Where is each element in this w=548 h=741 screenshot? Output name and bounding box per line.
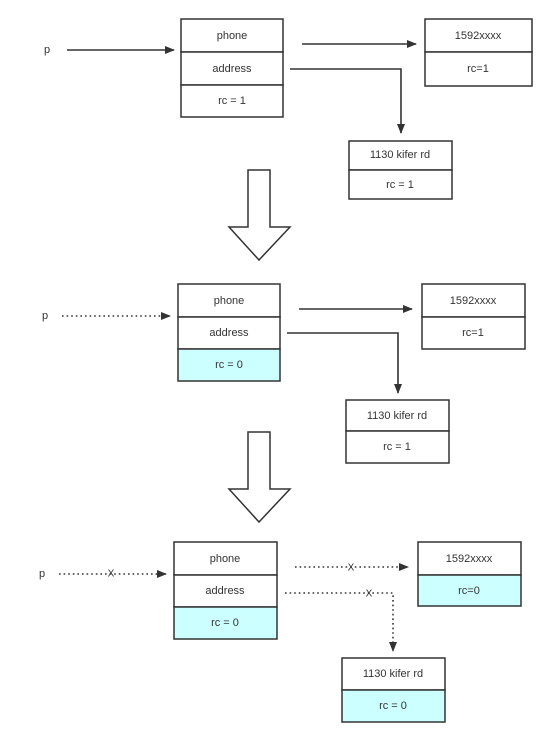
- pointer-label: p: [42, 310, 48, 322]
- address-object-box: 1130 kifer rd rc = 1: [345, 399, 450, 464]
- address-object-box: 1130 kifer rd rc = 1: [348, 140, 453, 200]
- phone-refcount: rc=1: [462, 327, 484, 339]
- phone-object-box: 1592xxxx rc=0: [417, 541, 522, 607]
- phone-object-box: 1592xxxx rc=1: [421, 283, 526, 350]
- phone-value: 1592xxxx: [446, 553, 493, 565]
- address-arrow: [290, 68, 405, 134]
- pointer-label: p: [39, 568, 45, 580]
- field-address: address: [205, 585, 245, 597]
- transition-arrow-1: [227, 169, 292, 262]
- object-box: phone address rc = 1: [180, 18, 284, 118]
- address-refcount: rc = 0: [379, 700, 407, 712]
- object-box: phone address rc = 0: [173, 541, 278, 640]
- refcount: rc = 1: [218, 95, 246, 107]
- refcount: rc = 0: [215, 359, 243, 371]
- panel-3: p X phone address rc = 0 X 1592xxxx rc=0…: [39, 541, 522, 723]
- refcount-diagram: p phone address rc = 1 1592xxxx rc=1 113…: [39, 18, 533, 723]
- address-value: 1130 kifer rd: [367, 410, 427, 422]
- phone-refcount: rc=1: [467, 63, 489, 75]
- phone-refcount: rc=0: [458, 585, 480, 597]
- field-phone: phone: [214, 295, 245, 307]
- address-object-box: 1130 kifer rd rc = 0: [341, 657, 446, 723]
- field-phone: phone: [210, 553, 241, 565]
- cut-mark: X: [366, 589, 373, 600]
- phone-value: 1592xxxx: [455, 30, 502, 42]
- object-box: phone address rc = 0: [177, 283, 281, 382]
- phone-object-box: 1592xxxx rc=1: [424, 18, 533, 87]
- address-arrow: [287, 332, 402, 394]
- refcount: rc = 0: [211, 617, 239, 629]
- field-phone: phone: [217, 30, 248, 42]
- address-refcount: rc = 1: [386, 179, 414, 191]
- panel-2: p phone address rc = 0 1592xxxx rc=1 113…: [42, 283, 526, 464]
- address-refcount: rc = 1: [383, 441, 411, 453]
- cut-mark: X: [108, 569, 115, 580]
- transition-arrow-2: [227, 431, 292, 524]
- address-value: 1130 kifer rd: [370, 149, 430, 161]
- field-address: address: [212, 63, 252, 75]
- pointer-label: p: [44, 44, 50, 56]
- cut-mark: X: [348, 563, 355, 574]
- address-value: 1130 kifer rd: [363, 668, 423, 680]
- field-address: address: [209, 327, 249, 339]
- address-arrow-cut: [285, 592, 397, 652]
- panel-1: p phone address rc = 1 1592xxxx rc=1 113…: [44, 18, 533, 200]
- phone-value: 1592xxxx: [450, 295, 497, 307]
